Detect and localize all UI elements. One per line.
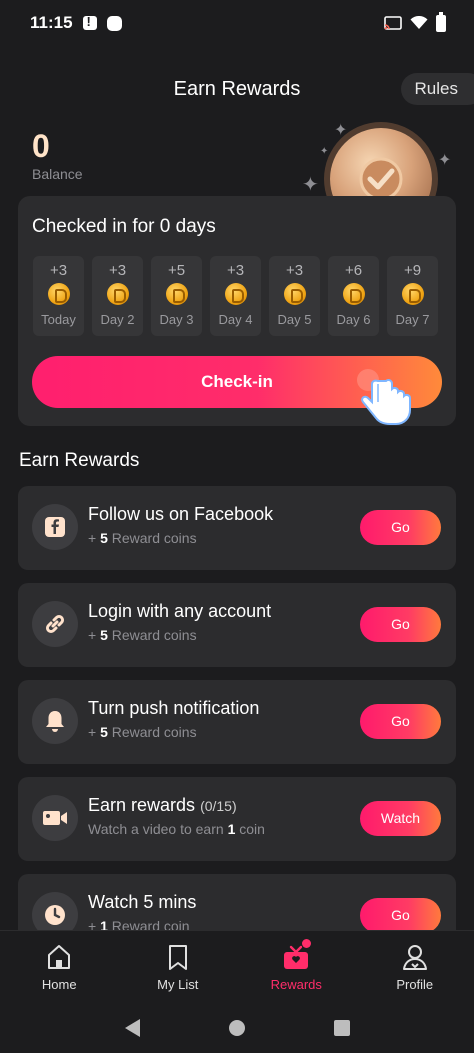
sparkle-icon: ✦ <box>334 122 348 139</box>
task-title: Follow us on Facebook <box>88 504 274 524</box>
home-circle-icon[interactable] <box>228 1019 245 1036</box>
checkin-title: Checked in for 0 days <box>32 216 216 237</box>
task-push-notification: Turn push notification + 5 Reward coins … <box>18 680 456 764</box>
day-amount: +3 <box>285 262 304 279</box>
checkin-day-6: +6 Day 6 <box>328 256 379 336</box>
nav-my-list[interactable]: My List <box>119 931 238 1002</box>
day-label: Day 5 <box>277 312 312 327</box>
status-bar: 11:15 <box>0 0 474 46</box>
app-notification-icon <box>106 15 122 31</box>
checkin-day-3: +5 Day 3 <box>151 256 202 336</box>
day-amount: +5 <box>167 262 186 279</box>
balance-label: Balance <box>32 166 83 182</box>
wifi-icon <box>410 16 428 29</box>
day-label: Day 6 <box>336 312 371 327</box>
day-label: Day 2 <box>100 312 135 327</box>
task-watch-minutes: Watch 5 mins + 1 Reward coin Go <box>18 874 456 930</box>
tap-hand-icon <box>357 369 411 425</box>
profile-icon <box>402 945 427 970</box>
task-reward: + 5 Reward coins <box>88 530 197 546</box>
sparkle-icon: ✦ <box>438 152 452 169</box>
recents-icon[interactable] <box>333 1019 350 1036</box>
rules-button[interactable]: Rules <box>400 73 474 105</box>
task-reward: + 1 Reward coin <box>88 918 190 930</box>
coin-icon <box>283 283 306 305</box>
section-title: Earn Rewards <box>19 450 140 471</box>
task-reward: Watch a video to earn 1 coin <box>88 821 265 837</box>
day-amount: +3 <box>226 262 245 279</box>
login-go-button[interactable]: Go <box>360 607 441 642</box>
nav-rewards[interactable]: Rewards <box>237 931 356 1002</box>
battery-icon <box>436 11 446 32</box>
coin-icon <box>224 283 247 305</box>
coin-icon <box>165 283 188 305</box>
coin-icon <box>342 283 365 305</box>
bottom-nav: Home My List Rewards Profile <box>0 930 474 1002</box>
sparkle-icon: ✦ <box>302 174 319 196</box>
coin-icon <box>401 283 424 305</box>
facebook-go-button[interactable]: Go <box>360 510 441 545</box>
checkin-day-2: +3 Day 2 <box>92 256 143 336</box>
nav-label: Profile <box>396 977 434 992</box>
link-icon <box>32 601 78 647</box>
task-facebook: Follow us on Facebook + 5 Reward coins G… <box>18 486 456 570</box>
task-title: Watch 5 mins <box>88 892 197 912</box>
system-nav <box>0 1002 474 1053</box>
back-icon[interactable] <box>124 1018 140 1037</box>
checkin-card: Checked in for 0 days +3 Today +3 Day 2 … <box>18 196 456 426</box>
cast-icon <box>384 16 402 30</box>
task-reward: + 5 Reward coins <box>88 627 197 643</box>
day-amount: +9 <box>403 262 422 279</box>
watch-button[interactable]: Watch <box>360 801 441 836</box>
watch-minutes-go-button[interactable]: Go <box>360 898 441 930</box>
sparkle-icon: ✦ <box>320 146 329 157</box>
checkin-day-7: +9 Day 7 <box>387 256 438 336</box>
day-label: Day 7 <box>395 312 430 327</box>
checkin-days: +3 Today +3 Day 2 +5 Day 3 +3 Day 4 +3 D… <box>33 256 438 336</box>
day-label: Today <box>41 312 76 327</box>
task-title: Login with any account <box>88 601 272 621</box>
coin-icon <box>47 283 70 305</box>
task-watch-video: Earn rewards (0/15) Watch a video to ear… <box>18 777 456 861</box>
rewards-badge <box>302 939 311 948</box>
facebook-icon <box>32 504 78 550</box>
day-label: Day 3 <box>159 312 194 327</box>
nav-label: Rewards <box>270 977 322 992</box>
task-title: Earn rewards (0/15) <box>88 795 237 815</box>
checkin-day-5: +3 Day 5 <box>269 256 320 336</box>
clock-icon <box>32 892 78 930</box>
nav-home[interactable]: Home <box>0 931 119 1002</box>
task-login: Login with any account + 5 Reward coins … <box>18 583 456 667</box>
day-amount: +6 <box>344 262 363 279</box>
notification-go-button[interactable]: Go <box>360 704 441 739</box>
bookmark-icon <box>168 945 187 970</box>
day-label: Day 4 <box>218 312 253 327</box>
task-reward: + 5 Reward coins <box>88 724 197 740</box>
day-amount: +3 <box>108 262 127 279</box>
checkin-day-1: +3 Today <box>33 256 84 336</box>
status-time: 11:15 <box>30 13 73 32</box>
day-amount: +3 <box>49 262 68 279</box>
coin-icon <box>106 283 129 305</box>
bell-icon <box>32 698 78 744</box>
task-progress: (0/15) <box>200 798 237 814</box>
video-icon <box>32 795 78 841</box>
nav-profile[interactable]: Profile <box>356 931 474 1002</box>
balance-value: 0 <box>32 128 50 164</box>
nav-label: Home <box>41 977 77 992</box>
task-title: Turn push notification <box>88 698 260 718</box>
nav-label: My List <box>157 977 199 992</box>
checkin-day-4: +3 Day 4 <box>210 256 261 336</box>
home-icon <box>48 945 71 969</box>
alert-icon <box>82 14 97 30</box>
